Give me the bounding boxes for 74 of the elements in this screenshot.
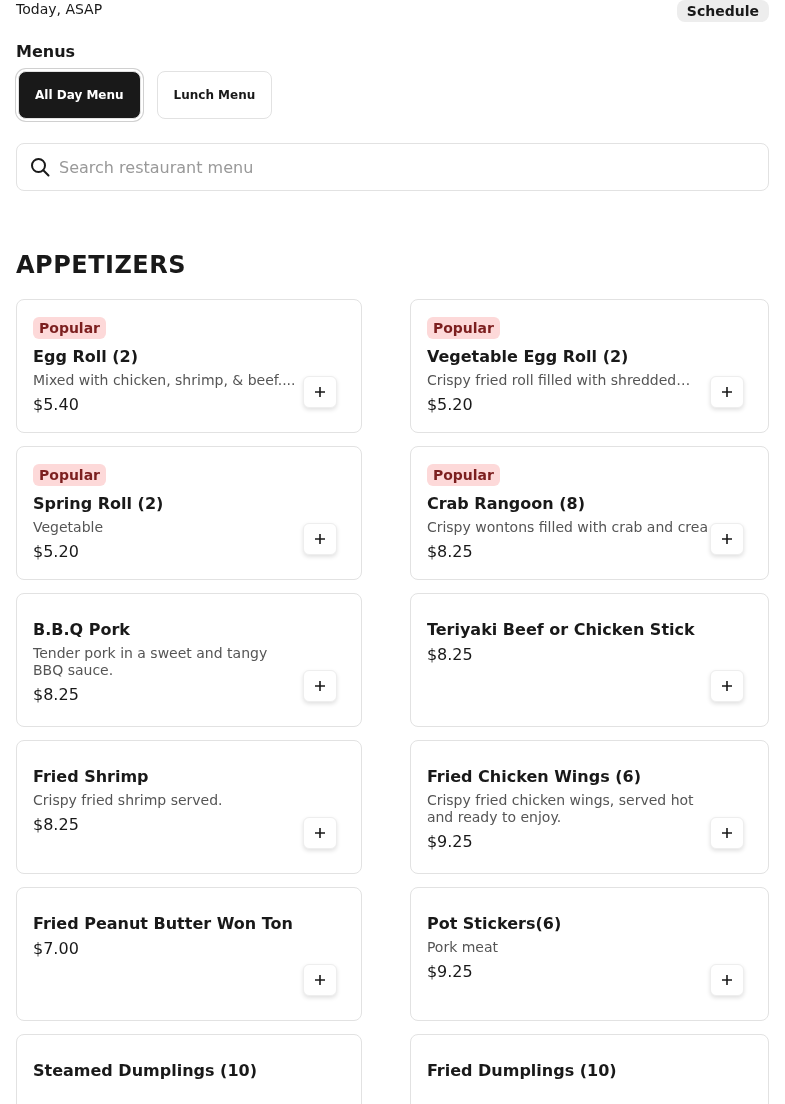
plus-icon [721, 974, 733, 986]
plus-icon [313, 680, 326, 692]
add-button[interactable] [710, 376, 744, 408]
menu-item-card[interactable]: Fried Peanut Butter Won Ton $7.00 [16, 887, 362, 1021]
search-field[interactable]: Search restaurant menu [16, 143, 769, 191]
popular-badge: Popular [33, 464, 107, 486]
menu-item-card[interactable]: Teriyaki Beef or Chicken Stick $8.25 [409, 593, 769, 727]
item-price: $8.25 [426, 542, 474, 561]
section-heading: APPETIZERS [16, 251, 187, 279]
menu-tab[interactable]: Lunch Menu [156, 71, 273, 119]
item-name: Fried Dumplings (10) [426, 1061, 618, 1080]
plus-icon [721, 827, 733, 839]
add-button[interactable] [302, 964, 337, 996]
plus-icon [721, 386, 733, 398]
plus-icon [313, 974, 326, 986]
item-name: B.B.Q Pork [33, 620, 131, 639]
item-price: $8.25 [33, 685, 80, 704]
item-name: Spring Roll (2) [33, 494, 165, 513]
item-price: $7.00 [33, 939, 80, 958]
add-button[interactable] [710, 523, 744, 555]
add-button[interactable] [302, 376, 337, 408]
menu-tab[interactable]: All Day Menu [18, 71, 141, 119]
plus-icon [313, 533, 326, 545]
item-name: Fried Shrimp [33, 767, 150, 786]
item-description: Crispy fried chicken wings, served hot and ready to enjoy. [426, 792, 695, 826]
menu-item-card[interactable]: Steamed Dumplings (10) [16, 1034, 362, 1104]
menu-item-card[interactable]: Fried Dumplings (10) [409, 1034, 769, 1104]
menu-item-card[interactable]: Fried Shrimp Crispy fried shrimp served. $8.25 [16, 740, 362, 874]
item-description: Tender pork in a sweet and tangy BBQ sauce. [33, 645, 269, 679]
search-icon [30, 157, 50, 177]
menu-item-card[interactable]: Fried Chicken Wings (6) Crispy fried chicken wings, served hot and ready to enjoy. $9.25 [409, 740, 769, 874]
menu-item-card[interactable]: Popular Spring Roll (2) Vegetable $5.20 [16, 446, 362, 580]
item-description: Crispy wontons filled with crab and crea [426, 519, 708, 536]
item-price: $9.25 [426, 832, 474, 851]
add-button[interactable] [302, 817, 337, 849]
item-price: $5.20 [33, 542, 80, 561]
item-name: Fried Peanut Butter Won Ton [33, 914, 294, 933]
menu-item-card[interactable]: Popular Egg Roll (2) Mixed with chicken, shrimp, & beef.... $5.40 [16, 299, 362, 433]
item-price: $8.25 [426, 645, 474, 664]
plus-icon [313, 827, 326, 839]
item-name: Fried Chicken Wings (6) [426, 767, 642, 786]
item-name: Steamed Dumplings (10) [33, 1061, 258, 1080]
add-button[interactable] [302, 670, 337, 702]
add-button[interactable] [710, 670, 744, 702]
plus-icon [313, 386, 326, 398]
item-price: $8.25 [33, 815, 80, 834]
item-description: Crispy fried roll filled with shredded… [426, 372, 692, 389]
popular-badge: Popular [426, 464, 500, 486]
menu-item-card[interactable]: B.B.Q Pork Tender pork in a sweet and tangy BBQ sauce. $8.25 [16, 593, 362, 727]
add-button[interactable] [710, 817, 744, 849]
add-button[interactable] [710, 964, 744, 996]
plus-icon [721, 533, 733, 545]
item-description: Crispy fried shrimp served. [33, 792, 224, 809]
schedule-button[interactable]: Schedule [676, 0, 769, 22]
item-name: Crab Rangoon (8) [426, 494, 587, 513]
item-price: $5.40 [33, 395, 80, 414]
item-description: Vegetable [33, 519, 105, 536]
item-description: Pork meat [426, 939, 500, 956]
popular-badge: Popular [33, 317, 107, 339]
add-button[interactable] [302, 523, 337, 555]
plus-icon [721, 680, 733, 692]
menu-item-card[interactable]: Pot Stickers(6) Pork meat $9.25 [409, 887, 769, 1021]
menus-heading: Menus [16, 42, 77, 61]
item-name: Pot Stickers(6) [426, 914, 563, 933]
item-price: $5.20 [426, 395, 474, 414]
item-name: Egg Roll (2) [33, 347, 139, 366]
popular-badge: Popular [426, 317, 500, 339]
menu-item-card[interactable]: Popular Vegetable Egg Roll (2) Crispy fried roll filled with shredded… $5.20 [409, 299, 769, 433]
delivery-time: Today, ASAP [16, 1, 103, 17]
menu-item-card[interactable]: Popular Crab Rangoon (8) Crispy wontons filled with crab and crea $8.25 [409, 446, 769, 580]
item-price: $9.25 [426, 962, 474, 981]
item-name: Vegetable Egg Roll (2) [426, 347, 630, 366]
item-name: Teriyaki Beef or Chicken Stick [426, 620, 696, 639]
item-description: Mixed with chicken, shrimp, & beef.... [33, 372, 297, 389]
